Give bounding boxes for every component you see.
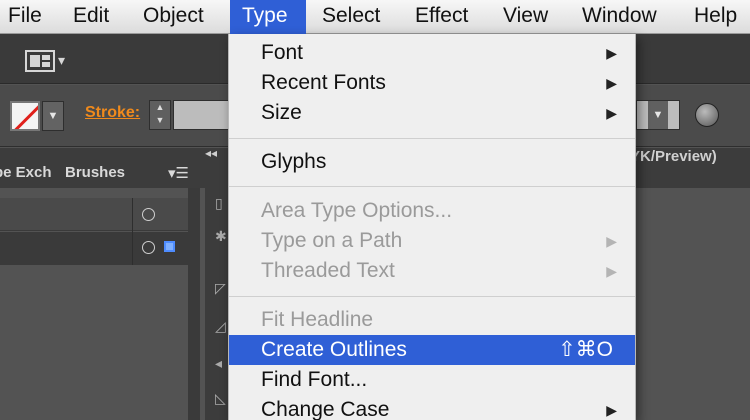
menu-item-font[interactable]: Font ▶ — [229, 38, 635, 68]
tab-swatch-exchange[interactable]: pe Exch — [0, 164, 52, 181]
menu-item-label: Recent Fonts — [261, 71, 386, 94]
arrange-documents-icon[interactable] — [25, 50, 55, 72]
submenu-arrow-icon: ▶ — [606, 105, 617, 121]
arrange-pane-bottom-right — [42, 62, 50, 67]
arrange-pane-left — [30, 55, 40, 67]
type-menu-dropdown: Font ▶ Recent Fonts ▶ Size ▶ Glyphs Area… — [228, 34, 636, 420]
menu-item-label: Font — [261, 41, 304, 64]
tab-brushes[interactable]: Brushes — [65, 164, 125, 181]
collapse-panels-icon[interactable]: ◂◂ — [205, 146, 217, 160]
menu-item-label: Threaded Text — [261, 259, 395, 282]
menu-item-type-on-a-path: Type on a Path ▶ — [229, 226, 635, 256]
menu-item-area-type-options: Area Type Options... — [229, 196, 635, 226]
menu-effect[interactable]: Effect — [415, 0, 468, 34]
menu-item-label: Create Outlines — [261, 338, 407, 361]
menu-item-fit-headline: Fit Headline — [229, 305, 635, 335]
target-circle-icon[interactable] — [142, 208, 155, 221]
pencil-tool-icon[interactable]: ◿ — [215, 318, 226, 335]
menu-item-size[interactable]: Size ▶ — [229, 98, 635, 128]
menu-type[interactable]: Type — [230, 0, 306, 34]
submenu-arrow-icon: ▶ — [606, 45, 617, 61]
menu-item-find-font[interactable]: Find Font... — [229, 365, 635, 395]
panel-edge — [188, 188, 200, 420]
column-divider — [132, 198, 133, 265]
submenu-arrow-icon: ▶ — [606, 75, 617, 91]
menu-item-label: Area Type Options... — [261, 199, 453, 222]
stroke-stepper[interactable]: ▲ ▼ — [149, 100, 171, 130]
menu-window[interactable]: Window — [582, 0, 657, 34]
arrange-pane-top-right — [42, 55, 50, 60]
panel-menu-icon[interactable]: ▾☰ — [168, 164, 189, 182]
menu-select[interactable]: Select — [322, 0, 380, 34]
menu-separator — [229, 296, 635, 297]
list-item[interactable] — [0, 232, 188, 265]
chevron-down-icon[interactable]: ▾ — [58, 52, 65, 69]
menu-item-label: Type on a Path — [261, 229, 403, 252]
menu-separator — [229, 186, 635, 187]
recolor-artwork-icon[interactable] — [695, 103, 719, 127]
menu-bar: File Edit Object Type Select Effect View… — [0, 0, 750, 34]
menu-help[interactable]: Help — [694, 0, 737, 34]
menu-object[interactable]: Object — [143, 0, 204, 34]
list-item[interactable] — [0, 198, 188, 231]
menu-view[interactable]: View — [503, 0, 548, 34]
shape-tool-icon[interactable]: ◂ — [215, 355, 222, 372]
menu-item-label: Size — [261, 101, 302, 124]
keyboard-shortcut: ⇧⌘O — [558, 338, 613, 361]
menu-item-glyphs[interactable]: Glyphs — [229, 147, 635, 177]
menu-edit[interactable]: Edit — [73, 0, 109, 34]
target-circle-icon[interactable] — [142, 241, 155, 254]
stroke-weight-field[interactable] — [173, 100, 229, 130]
menu-item-label: Fit Headline — [261, 308, 374, 331]
direct-select-tool-icon[interactable]: ✱ — [215, 228, 227, 245]
document-tab[interactable]: YK/Preview) — [630, 148, 717, 165]
submenu-arrow-icon: ▶ — [606, 263, 617, 279]
no-fill-slash — [12, 103, 38, 129]
submenu-arrow-icon: ▶ — [606, 233, 617, 249]
pen-tool-icon[interactable]: ◸ — [215, 280, 226, 297]
menu-item-label: Change Case — [261, 398, 390, 420]
menu-file[interactable]: File — [8, 0, 42, 34]
menu-item-label: Glyphs — [261, 150, 327, 173]
menu-separator — [229, 138, 635, 139]
fill-swatch-none-icon[interactable] — [10, 101, 40, 131]
menu-item-threaded-text: Threaded Text ▶ — [229, 256, 635, 286]
brush-tool-icon[interactable]: ◺ — [215, 390, 226, 407]
menu-item-change-case[interactable]: Change Case ▶ — [229, 395, 635, 420]
menu-item-create-outlines[interactable]: Create Outlines ⇧⌘O — [229, 335, 635, 365]
submenu-arrow-icon: ▶ — [606, 402, 617, 418]
selection-tool-icon[interactable]: ▯ — [215, 195, 223, 212]
stroke-label[interactable]: Stroke: — [85, 104, 140, 122]
selection-square-icon[interactable] — [164, 241, 175, 252]
opacity-dropdown-chevron-icon[interactable]: ▼ — [648, 101, 668, 129]
fill-dropdown-chevron-icon[interactable]: ▼ — [42, 101, 64, 131]
menu-item-label: Find Font... — [261, 368, 368, 391]
menu-item-recent-fonts[interactable]: Recent Fonts ▶ — [229, 68, 635, 98]
